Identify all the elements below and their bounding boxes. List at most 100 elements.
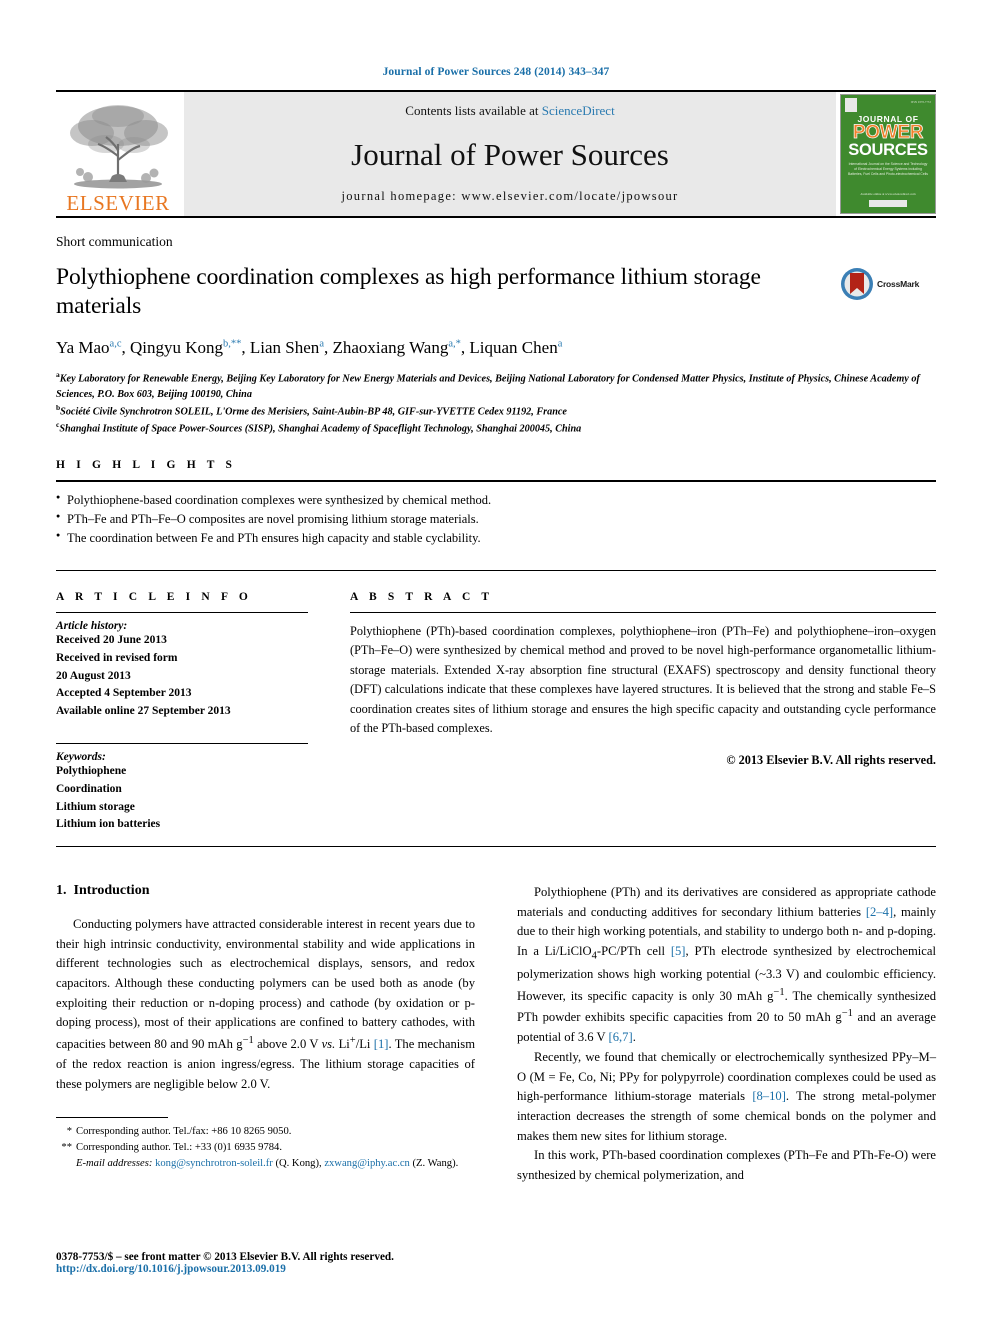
highlights-list: Polythiophene-based coordination complex… <box>56 482 936 548</box>
abstract-column: A B S T R A C T Polythiophene (PTh)-base… <box>350 591 936 834</box>
paragraph: Polythiophene (PTh) and its derivatives … <box>517 885 937 1045</box>
page-title: Polythiophene coordination complexes as … <box>56 264 761 320</box>
author-name: Lian Shen <box>249 338 320 358</box>
crossmark-label: CrossMark <box>877 279 920 289</box>
abstract-bottom-rule <box>56 846 936 848</box>
list-item: The coordination between Fe and PTh ensu… <box>56 529 936 548</box>
elsevier-wordmark: ELSEVIER <box>66 191 170 215</box>
title-row: Polythiophene coordination complexes as … <box>56 263 936 321</box>
highlights-section: H I G H L I G H T S Polythiophene-based … <box>56 459 936 571</box>
footnote-text: Corresponding author. Tel.: +33 (0)1 693… <box>76 1142 283 1154</box>
affiliation-text: Société Civile Synchrotron SOLEIL, L'Orm… <box>60 406 567 418</box>
cover-line-sources: SOURCES <box>848 141 928 160</box>
keyword-item: Lithium storage <box>56 800 135 813</box>
elsevier-tree-icon <box>62 100 174 192</box>
article-info-column: A R T I C L E I N F O Article history: R… <box>56 591 308 834</box>
info-abstract-row: A R T I C L E I N F O Article history: R… <box>56 591 936 834</box>
author-3: Zhaoxiang Wanga,*, <box>332 338 469 357</box>
author-sep: , <box>121 338 130 358</box>
abstract-heading: A B S T R A C T <box>350 590 494 603</box>
author-affil-mark: a <box>557 338 563 350</box>
email-link-2[interactable]: zxwang@iphy.ac.cn <box>324 1158 410 1169</box>
highlights-bottom-rule <box>56 569 936 571</box>
keyword-item: Coordination <box>56 782 122 795</box>
author-name: Ya Mao <box>56 338 110 358</box>
list-item: PTh–Fe and PTh–Fe–O composites are novel… <box>56 510 936 529</box>
paragraph: Recently, we found that chemically or el… <box>517 1049 936 1143</box>
history-item: Received 20 June 2013 <box>56 633 167 646</box>
journal-title: Journal of Power Sources <box>351 136 669 172</box>
author-0: Ya Maoa,c, <box>56 338 130 357</box>
history-item: Received in revised form <box>56 651 178 664</box>
citation-ref[interactable]: [5] <box>671 944 686 958</box>
history-item: Accepted 4 September 2013 <box>56 687 192 700</box>
contents-prefix: Contents lists available at <box>405 103 542 118</box>
affiliation-a: aKey Laboratory for Renewable Energy, Be… <box>56 369 936 402</box>
email-owner-1: (Q. Kong), <box>275 1158 322 1170</box>
sciencedirect-link[interactable]: ScienceDirect <box>542 103 615 118</box>
contents-available-line: Contents lists available at ScienceDirec… <box>405 103 614 119</box>
body-column-left: 1. Introduction Conducting polymers have … <box>56 883 475 1185</box>
cover-footer-text: Available online at www.sciencedirect.co… <box>860 191 916 196</box>
journal-masthead: ELSEVIER Contents lists available at Sci… <box>56 90 936 216</box>
email-link-1[interactable]: kong@synchrotron-soleil.fr <box>155 1158 273 1169</box>
paragraph: Conducting polymers have attracted consi… <box>56 917 475 1091</box>
citation-ref[interactable]: [8–10] <box>752 1089 786 1103</box>
footnote-rule <box>56 1117 168 1119</box>
body-column-right: Polythiophene (PTh) and its derivatives … <box>517 883 936 1185</box>
cover-footer-logo <box>868 200 907 207</box>
citation-ref[interactable]: [2–4] <box>866 905 893 919</box>
keywords-block: Keywords: Polythiophene Coordination Lit… <box>56 742 308 834</box>
article-history-label: Article history: <box>56 619 128 632</box>
section-title-text: Introduction <box>73 883 150 899</box>
email-label: E-mail addresses: <box>76 1158 153 1170</box>
keyword-item: Lithium ion batteries <box>56 818 161 831</box>
email-owner-2: (Z. Wang). <box>412 1158 459 1170</box>
footnote-mark: * <box>66 1126 72 1138</box>
affiliation-b: bSociété Civile Synchrotron SOLEIL, L'Or… <box>56 402 936 419</box>
author-4: Liquan Chena <box>469 338 562 357</box>
affiliation-text: Key Laboratory for Renewable Energy, Bei… <box>56 373 920 400</box>
doi-link[interactable]: http://dx.doi.org/10.1016/j.jpowsour.201… <box>56 1263 496 1275</box>
list-item: Polythiophene-based coordination complex… <box>56 491 936 510</box>
journal-banner: Contents lists available at ScienceDirec… <box>184 92 836 216</box>
citation-ref[interactable]: [6,7] <box>609 1030 633 1044</box>
author-name: Zhaoxiang Wang <box>332 338 449 358</box>
history-item: Available online 27 September 2013 <box>56 705 231 718</box>
article-history-block: Article history: Received 20 June 2013 R… <box>56 611 308 721</box>
abstract-body: Polythiophene (PTh)-based coordination c… <box>350 611 936 769</box>
cover-elsevier-icon <box>845 98 857 112</box>
author-list: Ya Maoa,c, Qingyu Kongb,**, Lian Shena, … <box>56 337 936 359</box>
abstract-copyright: © 2013 Elsevier B.V. All rights reserved… <box>726 753 936 768</box>
issn-copyright-line: 0378-7753/$ – see front matter © 2013 El… <box>56 1251 394 1263</box>
footnote-corresponding-2: ** Corresponding author. Tel.: +33 (0)1 6… <box>56 1140 475 1156</box>
crossmark-icon <box>841 268 873 300</box>
keyword-item: Polythiophene <box>56 764 127 777</box>
cover-top-row: ISSN 0378-7753 <box>841 95 935 112</box>
section-number: 1. <box>56 883 67 899</box>
history-item: 20 August 2013 <box>56 669 131 682</box>
affiliation-list: aKey Laboratory for Renewable Energy, Be… <box>56 369 936 437</box>
footnote-mark: ** <box>61 1142 72 1154</box>
author-affil-mark: a,c <box>109 338 122 350</box>
page-footer: 0378-7753/$ – see front matter © 2013 El… <box>56 1251 496 1275</box>
footnote-corresponding-1: * Corresponding author. Tel./fax: +86 10 … <box>56 1124 475 1140</box>
crossmark-badge[interactable]: CrossMark <box>840 263 936 301</box>
author-2: Lian Shena, <box>250 338 333 357</box>
article-type: Short communication <box>56 234 173 249</box>
section-heading-introduction: 1. Introduction <box>56 883 475 899</box>
masthead-bottom-rule <box>56 216 936 218</box>
citation-ref[interactable]: [1] <box>374 1037 389 1051</box>
author-name: Qingyu Kong <box>130 338 224 358</box>
cover-issn-text: ISSN 0378-7753 <box>910 101 931 104</box>
author-affil-mark: a,* <box>448 338 461 350</box>
affiliation-text: Shanghai Institute of Space Power-Source… <box>59 423 582 435</box>
journal-homepage-link[interactable]: journal homepage: www.elsevier.com/locat… <box>341 189 678 204</box>
affiliation-c: cShanghai Institute of Space Power-Sourc… <box>56 419 936 436</box>
author-affil-mark: b,** <box>223 338 242 350</box>
paragraph: In this work, PTh-based coordination com… <box>517 1148 936 1182</box>
journal-cover-image: ISSN 0378-7753 JOURNAL OF POWER SOURCES … <box>840 94 936 214</box>
author-1: Qingyu Kongb,**, <box>130 338 250 357</box>
body-columns: 1. Introduction Conducting polymers have … <box>56 883 936 1185</box>
author-name: Liquan Chen <box>469 338 558 358</box>
